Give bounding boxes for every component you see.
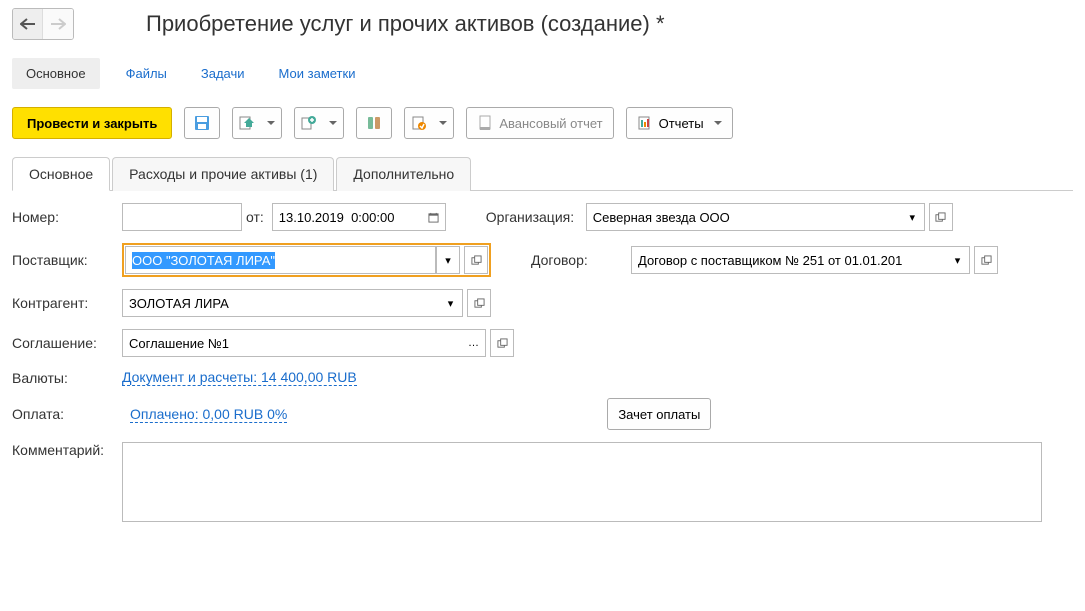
comment-label: Комментарий: xyxy=(12,442,122,458)
advance-report-button[interactable]: Авансовый отчет xyxy=(466,107,613,139)
contract-open-button[interactable] xyxy=(974,246,998,274)
tab-expenses[interactable]: Расходы и прочие активы (1) xyxy=(112,157,334,191)
save-button[interactable] xyxy=(184,107,220,139)
contract-input[interactable] xyxy=(631,246,946,274)
page-title: Приобретение услуг и прочих активов (соз… xyxy=(146,11,665,37)
contragent-input[interactable] xyxy=(122,289,439,317)
contragent-label: Контрагент: xyxy=(12,295,122,311)
payment-link[interactable]: Оплачено: 0,00 RUB 0% xyxy=(130,406,287,423)
contract-label: Договор: xyxy=(531,252,631,268)
comment-input[interactable] xyxy=(122,442,1042,522)
advance-report-label: Авансовый отчет xyxy=(499,116,602,131)
forward-button[interactable] xyxy=(43,9,73,39)
org-input[interactable] xyxy=(586,203,901,231)
top-tab-main[interactable]: Основное xyxy=(12,58,100,89)
from-label: от: xyxy=(246,209,264,225)
currency-label: Валюты: xyxy=(12,370,122,386)
calendar-button[interactable] xyxy=(422,203,446,231)
back-button[interactable] xyxy=(13,9,43,39)
edi-button[interactable] xyxy=(404,107,454,139)
date-input[interactable] xyxy=(272,203,422,231)
supplier-value: ООО "ЗОЛОТАЯ ЛИРА" xyxy=(132,252,275,269)
form-tabs: Основное Расходы и прочие активы (1) Доп… xyxy=(12,157,1073,191)
contract-dropdown-button[interactable]: ▾ xyxy=(946,246,970,274)
top-tab-notes[interactable]: Мои заметки xyxy=(271,60,364,87)
agreement-open-button[interactable] xyxy=(490,329,514,357)
reports-label: Отчеты xyxy=(659,116,704,131)
contragent-dropdown-button[interactable]: ▾ xyxy=(439,289,463,317)
org-dropdown-button[interactable]: ▾ xyxy=(901,203,925,231)
payment-offset-button[interactable]: Зачет оплаты xyxy=(607,398,711,430)
top-nav: Основное Файлы Задачи Мои заметки xyxy=(12,58,1073,89)
agreement-label: Соглашение: xyxy=(12,335,122,351)
dt-kt-button[interactable] xyxy=(356,107,392,139)
tab-additional[interactable]: Дополнительно xyxy=(336,157,471,191)
payment-label: Оплата: xyxy=(12,406,122,422)
nav-buttons xyxy=(12,8,74,40)
tab-main[interactable]: Основное xyxy=(12,157,110,191)
top-tab-files[interactable]: Файлы xyxy=(118,60,175,87)
toolbar: Провести и закрыть Авансовый отчет Отчет… xyxy=(12,107,1073,139)
supplier-label: Поставщик: xyxy=(12,252,122,268)
currency-link[interactable]: Документ и расчеты: 14 400,00 RUB xyxy=(122,369,357,386)
contragent-open-button[interactable] xyxy=(467,289,491,317)
create-based-button[interactable] xyxy=(294,107,344,139)
post-and-close-button[interactable]: Провести и закрыть xyxy=(12,107,172,139)
org-open-button[interactable] xyxy=(929,203,953,231)
post-button[interactable] xyxy=(232,107,282,139)
supplier-input[interactable]: ООО "ЗОЛОТАЯ ЛИРА" xyxy=(125,246,436,274)
number-label: Номер: xyxy=(12,209,122,225)
supplier-open-button[interactable] xyxy=(464,246,488,274)
org-label: Организация: xyxy=(486,209,586,225)
supplier-dropdown-button[interactable]: ▾ xyxy=(436,246,460,274)
number-input[interactable] xyxy=(122,203,242,231)
agreement-input[interactable] xyxy=(122,329,462,357)
agreement-select-button[interactable]: … xyxy=(462,329,486,357)
top-tab-tasks[interactable]: Задачи xyxy=(193,60,253,87)
reports-button[interactable]: Отчеты xyxy=(626,107,733,139)
